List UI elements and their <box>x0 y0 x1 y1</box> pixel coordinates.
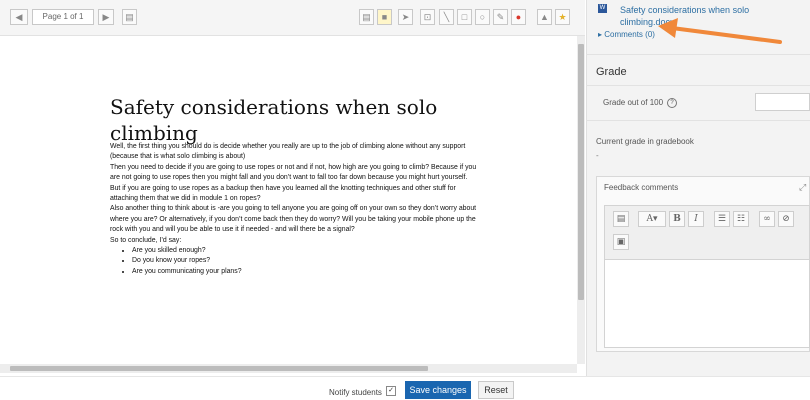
list-item: Are you skilled enough? <box>132 246 480 256</box>
oval-tool-button[interactable]: ○ <box>475 9 490 25</box>
font-style-button[interactable]: A▾ <box>638 211 666 227</box>
insert-image-button[interactable]: ▣ <box>613 234 629 250</box>
reset-button[interactable]: Reset <box>478 381 514 399</box>
pen-icon: ✎ <box>496 12 505 22</box>
star-icon: ★ <box>558 12 567 22</box>
triangle-right-icon: ▶ <box>102 12 110 22</box>
line-tool-button[interactable]: ╲ <box>439 9 454 25</box>
link-button[interactable]: ∞ <box>759 211 775 227</box>
italic-button[interactable]: I <box>688 211 704 227</box>
triangle-right-icon: ▸ <box>598 30 603 39</box>
feedback-editor[interactable] <box>604 260 810 348</box>
document-paragraph: Then you need to decide if you are going… <box>110 163 477 182</box>
horizontal-scrollbar[interactable] <box>0 364 577 373</box>
vertical-scroll-thumb[interactable] <box>578 44 584 300</box>
comments-link[interactable]: Comments (0) <box>604 30 655 39</box>
line-icon: ╲ <box>443 12 450 22</box>
image-icon: ▣ <box>616 237 626 247</box>
numbered-list-icon: ☷ <box>736 214 746 224</box>
comment-color-button[interactable]: ■ <box>377 9 392 25</box>
unordered-list-button[interactable]: ☰ <box>714 211 730 227</box>
rectangle-tool-button[interactable]: □ <box>457 9 472 25</box>
document-paragraph: So to conclude, I’d say: <box>110 236 182 244</box>
previous-page-button[interactable]: ◀ <box>10 9 28 25</box>
highlight-icon: ■ <box>381 12 388 22</box>
help-icon[interactable]: ? <box>667 98 678 108</box>
horizontal-scroll-thumb[interactable] <box>10 366 428 371</box>
list-item: Are you communicating your plans? <box>132 267 480 277</box>
document-paragraph: Well, the first thing you should do is d… <box>110 143 466 161</box>
bullet-list-icon: ☰ <box>717 214 727 224</box>
expand-icon[interactable]: ⤢ <box>799 182 806 193</box>
vertical-scrollbar[interactable] <box>577 36 585 364</box>
page-select[interactable]: Page 1 of 1 <box>32 9 94 25</box>
comment-search-icon: ▤ <box>125 12 134 22</box>
stamp-picker-button[interactable]: ★ <box>555 9 570 25</box>
grade-heading: Grade <box>596 66 627 78</box>
rectangle-icon: □ <box>461 12 468 22</box>
triangle-left-icon: ◀ <box>15 12 23 22</box>
toolbar-toggle-button[interactable]: ▤ <box>613 211 629 227</box>
oval-icon: ○ <box>479 12 486 22</box>
grade-input[interactable] <box>755 93 810 111</box>
comment-tool-button[interactable]: ▤ <box>359 9 374 25</box>
italic-icon: I <box>694 214 698 224</box>
ordered-list-button[interactable]: ☷ <box>733 211 749 227</box>
stamp-icon: ⊡ <box>423 12 432 22</box>
divider <box>586 85 810 86</box>
document-page[interactable]: Safety considerations when solo climbing… <box>0 36 577 364</box>
font-size-icon: A▾ <box>646 214 658 224</box>
divider <box>586 120 810 121</box>
notify-students-checkbox[interactable]: ✓ <box>386 386 396 396</box>
pdf-annotation-panel: ◀ Page 1 of 1 ▶ ▤ ▤ ■ ➤ ⊡ ╲ □ ○ ✎ ● ▲ ★ … <box>0 0 585 376</box>
grade-out-of-text: Grade out of 100 <box>603 98 664 108</box>
feedback-comments-label: Feedback comments <box>604 183 679 192</box>
document-title: Safety considerations when solo climbing <box>110 95 438 145</box>
save-changes-button[interactable]: Save changes <box>405 381 471 399</box>
document-paragraph: But if you are going to use ropes as a b… <box>110 184 456 203</box>
current-grade-value: - <box>596 151 599 160</box>
grade-out-of-label: Grade out of 100? <box>603 98 678 108</box>
notify-students-label: Notify students <box>329 388 382 397</box>
divider <box>586 54 810 55</box>
bold-button[interactable]: B <box>669 211 685 227</box>
annotation-toolbar: ◀ Page 1 of 1 ▶ ▤ ▤ ■ ➤ ⊡ ╲ □ ○ ✎ ● ▲ ★ <box>0 0 585 36</box>
stamp-tool-button[interactable]: ⊡ <box>420 9 435 25</box>
pen-tool-button[interactable]: ✎ <box>493 9 508 25</box>
searchlight-tool-button[interactable]: ▲ <box>537 9 552 25</box>
current-grade-label: Current grade in gradebook <box>596 137 694 146</box>
document-body: Well, the first thing you should do is d… <box>110 142 480 277</box>
unlink-button[interactable]: ⊘ <box>778 211 794 227</box>
comment-icon: ▤ <box>362 12 371 22</box>
bold-icon: B <box>673 214 681 224</box>
document-paragraph: Also another thing to think about is -ar… <box>110 205 477 234</box>
link-icon: ∞ <box>763 214 771 224</box>
unlink-icon: ⊘ <box>782 214 790 224</box>
annotation-arrow-icon <box>658 18 782 44</box>
color-drop-icon: ● <box>515 12 522 22</box>
toolbar-toggle-icon: ▤ <box>616 214 626 224</box>
searchlight-icon: ▲ <box>540 12 549 22</box>
search-comments-button[interactable]: ▤ <box>122 9 137 25</box>
comments-toggle[interactable]: ▸ Comments (0) <box>598 30 655 39</box>
word-document-icon: W <box>598 4 607 13</box>
select-tool-button[interactable]: ➤ <box>398 9 413 25</box>
next-page-button[interactable]: ▶ <box>98 9 114 25</box>
select-pointer-icon: ➤ <box>401 12 410 22</box>
list-item: Do you know your ropes? <box>132 256 480 266</box>
document-bullet-list: Are you skilled enough? Do you know your… <box>110 246 480 277</box>
editor-toolbar: ▤ A▾ B I ☰ ☷ ∞ ⊘ ▣ <box>604 205 810 260</box>
annotation-color-button[interactable]: ● <box>511 9 526 25</box>
